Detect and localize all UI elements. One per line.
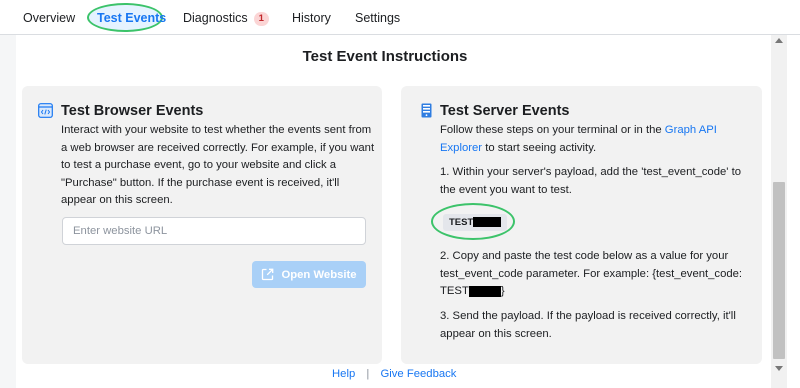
scrollbar-thumb[interactable]	[773, 182, 785, 359]
browser-events-title: Test Browser Events	[61, 103, 204, 119]
open-website-label: Open Website	[281, 268, 357, 281]
tab-history[interactable]: History	[292, 0, 331, 34]
test-event-code-chip[interactable]: TEST	[443, 214, 508, 231]
tab-test-events[interactable]: Test Events	[97, 0, 166, 34]
server-step-1: 1. Within your server's payload, add the…	[440, 166, 741, 196]
redacted-block	[473, 217, 502, 228]
browser-events-panel: Test Browser Events Interact with your w…	[22, 86, 382, 364]
tab-diagnostics-label: Diagnostics	[183, 11, 248, 25]
tab-overview[interactable]: Overview	[23, 0, 75, 34]
browser-events-description: Interact with your website to test wheth…	[61, 124, 375, 206]
scroll-up-arrow-icon[interactable]	[775, 38, 783, 43]
vertical-scrollbar[interactable]	[771, 35, 787, 388]
external-link-icon	[262, 268, 274, 281]
server-intro-text-end: to start seeing activity.	[482, 141, 597, 154]
footer-separator: |	[366, 368, 370, 380]
redacted-block	[468, 285, 501, 297]
server-events-title: Test Server Events	[440, 103, 570, 119]
website-url-input[interactable]	[62, 217, 366, 245]
give-feedback-link[interactable]: Give Feedback	[380, 368, 456, 380]
diagnostics-count-badge: 1	[253, 12, 269, 26]
server-events-intro: Follow these steps on your terminal or i…	[440, 122, 756, 157]
server-step-2-code: TEST	[440, 285, 469, 297]
help-link[interactable]: Help	[332, 368, 355, 380]
server-step-3: 3. Send the payload. If the payload is r…	[440, 310, 736, 340]
server-step-2-close: }	[500, 285, 505, 297]
server-step-2-text: 2. Copy and paste the test code below as…	[440, 250, 743, 280]
server-icon	[421, 103, 432, 118]
server-step-2: 2. Copy and paste the test code below as…	[440, 248, 756, 301]
tab-diagnostics[interactable]: Diagnostics 1	[183, 0, 269, 34]
section-title: Test Event Instructions	[302, 48, 468, 65]
footer-links: Help | Give Feedback	[332, 368, 456, 380]
open-website-button[interactable]: Open Website	[252, 261, 366, 288]
code-window-icon	[38, 103, 53, 118]
scroll-down-arrow-icon[interactable]	[775, 366, 783, 371]
tab-settings[interactable]: Settings	[355, 0, 400, 34]
server-intro-text: Follow these steps on your terminal or i…	[440, 124, 665, 136]
test-event-code-value: TEST	[449, 217, 474, 228]
tab-bar: Overview Test Events Diagnostics 1 Histor…	[0, 0, 800, 35]
